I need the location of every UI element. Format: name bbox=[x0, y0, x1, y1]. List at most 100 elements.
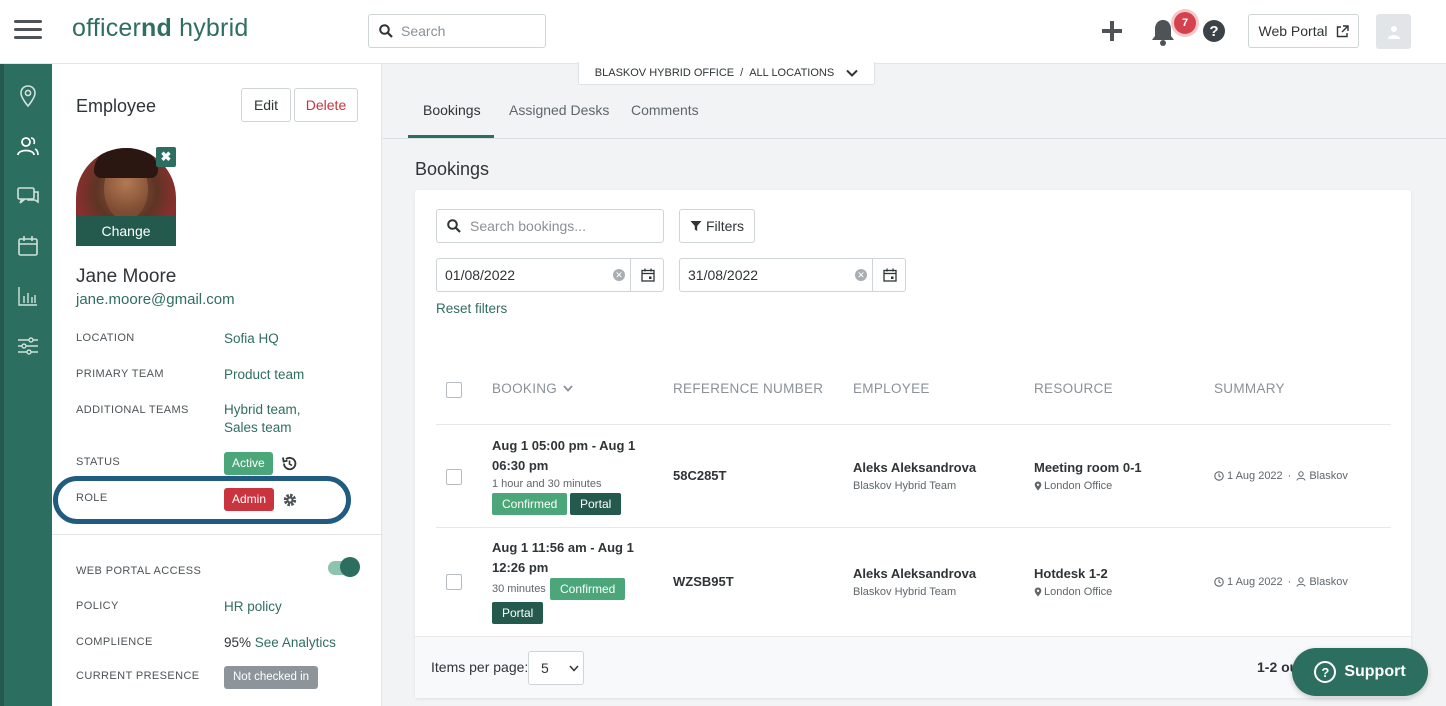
employee-team: Blaskov Hybrid Team bbox=[853, 480, 957, 492]
role-badge: Admin bbox=[224, 488, 275, 511]
policy-value[interactable]: HR policy bbox=[224, 597, 282, 616]
user-outline-icon bbox=[1296, 577, 1306, 587]
employee-email[interactable]: jane.moore@gmail.com bbox=[76, 291, 235, 308]
map-pin-icon bbox=[1034, 587, 1042, 597]
web-portal-button[interactable]: Web Portal bbox=[1248, 14, 1359, 48]
tab-assigned-desks[interactable]: Assigned Desks bbox=[509, 102, 609, 118]
date-to-value: 31/08/2022 bbox=[688, 267, 759, 283]
date-to-input[interactable]: 31/08/2022 ✕ bbox=[679, 258, 906, 292]
column-resource[interactable]: RESOURCE bbox=[1034, 381, 1113, 396]
date-to-calendar-icon[interactable] bbox=[872, 258, 906, 292]
compliance-percent: 95% bbox=[224, 635, 252, 650]
role-value: Admin bbox=[224, 488, 298, 511]
additional-teams-label: ADDITIONAL TEAMS bbox=[76, 404, 189, 416]
booking-time-line1: Aug 1 05:00 pm - Aug 1 bbox=[492, 438, 636, 453]
search-icon bbox=[379, 24, 393, 38]
column-summary[interactable]: SUMMARY bbox=[1214, 381, 1285, 396]
history-icon[interactable] bbox=[281, 455, 298, 472]
source-badge: Portal bbox=[492, 602, 544, 624]
bell-icon[interactable] bbox=[1150, 18, 1176, 46]
resource-location-text: London Office bbox=[1044, 586, 1113, 598]
date-from-input[interactable]: 01/08/2022 ✕ bbox=[436, 258, 664, 292]
clock-icon bbox=[1214, 577, 1224, 587]
pagination-footer: Items per page: 5 1-2 ou bbox=[415, 637, 1411, 698]
status-value: Active bbox=[224, 452, 298, 475]
support-button[interactable]: ? Support bbox=[1292, 648, 1428, 696]
edit-button[interactable]: Edit bbox=[241, 88, 291, 122]
chat-icon[interactable] bbox=[16, 184, 40, 208]
notification-count-badge[interactable]: 7 bbox=[1174, 12, 1196, 34]
employee-team: Blaskov Hybrid Team bbox=[853, 586, 957, 598]
primary-team-label: PRIMARY TEAM bbox=[76, 368, 164, 380]
logo-text-rest: hybrid bbox=[171, 14, 249, 42]
see-analytics-link[interactable]: See Analytics bbox=[255, 635, 336, 650]
sliders-icon[interactable] bbox=[16, 334, 40, 358]
booking-summary: 1 Aug 2022 · Blaskov bbox=[1214, 470, 1348, 482]
web-portal-access-toggle[interactable] bbox=[328, 557, 360, 577]
compliance-value: 95% See Analytics bbox=[224, 633, 336, 652]
date-from-calendar-icon[interactable] bbox=[630, 258, 664, 292]
items-per-page-select[interactable]: 5 bbox=[528, 651, 584, 685]
remove-photo-icon[interactable]: ✖ bbox=[156, 147, 176, 167]
resource-name: Hotdesk 1-2 bbox=[1034, 566, 1108, 581]
help-icon[interactable]: ? bbox=[1203, 20, 1225, 42]
summary-user: Blaskov bbox=[1309, 576, 1348, 588]
booking-duration: 30 minutes bbox=[492, 583, 546, 595]
status-badge: Confirmed bbox=[492, 493, 568, 515]
search-icon bbox=[447, 219, 461, 233]
summary-user: Blaskov bbox=[1309, 470, 1348, 482]
photo-hair bbox=[94, 148, 158, 178]
global-search-input[interactable]: Search bbox=[368, 14, 546, 48]
reference-number: 58C285T bbox=[673, 468, 727, 483]
clear-date-from-icon[interactable]: ✕ bbox=[613, 269, 625, 281]
primary-team-value[interactable]: Product team bbox=[224, 365, 304, 384]
column-reference[interactable]: REFERENCE NUMBER bbox=[673, 381, 823, 396]
tab-bookings[interactable]: Bookings bbox=[423, 102, 481, 118]
user-menu-avatar[interactable] bbox=[1376, 14, 1411, 49]
employee-name: Aleks Aleksandrova bbox=[853, 460, 977, 475]
app-logo[interactable]: officernd hybrid bbox=[72, 14, 248, 43]
row-divider bbox=[436, 527, 1391, 528]
calendar-icon[interactable] bbox=[16, 234, 40, 258]
location-pin-icon[interactable] bbox=[16, 84, 40, 108]
clock-icon bbox=[1214, 471, 1224, 481]
gear-icon[interactable] bbox=[282, 492, 298, 508]
menu-icon[interactable] bbox=[14, 20, 42, 42]
column-employee[interactable]: EMPLOYEE bbox=[853, 381, 930, 396]
summary-date: 1 Aug 2022 bbox=[1227, 576, 1283, 588]
people-icon[interactable] bbox=[16, 134, 40, 158]
location-scope: ALL LOCATIONS bbox=[749, 67, 835, 79]
user-icon bbox=[1387, 25, 1400, 39]
delete-button[interactable]: Delete bbox=[294, 88, 358, 122]
column-booking[interactable]: BOOKING bbox=[492, 381, 573, 396]
status-badge: Confirmed bbox=[550, 578, 626, 600]
filters-button[interactable]: Filters bbox=[679, 209, 755, 243]
employee-name: Aleks Aleksandrova bbox=[853, 566, 977, 581]
location-value[interactable]: Sofia HQ bbox=[224, 329, 279, 348]
booking-summary: 1 Aug 2022 · Blaskov bbox=[1214, 576, 1348, 588]
logo-text-bold: nd bbox=[141, 14, 172, 42]
presence-badge: Not checked in bbox=[224, 666, 319, 689]
reset-filters-link[interactable]: Reset filters bbox=[436, 301, 507, 316]
items-per-page-label: Items per page: bbox=[431, 659, 529, 675]
row-checkbox[interactable] bbox=[446, 574, 462, 590]
booking-search-placeholder: Search bookings... bbox=[470, 218, 586, 234]
location-selector[interactable]: BLASKOV HYBRID OFFICE / ALL LOCATIONS bbox=[578, 62, 875, 85]
tab-comments[interactable]: Comments bbox=[631, 102, 699, 118]
bookings-card: Search bookings... Filters 01/08/2022 ✕ … bbox=[415, 190, 1411, 698]
resource-location: London Office bbox=[1034, 586, 1112, 598]
booking-search-input[interactable]: Search bookings... bbox=[436, 209, 664, 243]
select-all-checkbox[interactable] bbox=[446, 382, 462, 398]
section-divider bbox=[52, 534, 382, 535]
additional-team-value-2[interactable]: Sales team bbox=[224, 418, 292, 437]
employee-name: Jane Moore bbox=[76, 266, 177, 287]
bar-chart-icon[interactable] bbox=[16, 284, 40, 308]
additional-team-value-1[interactable]: Hybrid team, bbox=[224, 400, 301, 419]
plus-icon[interactable] bbox=[1101, 20, 1123, 42]
row-checkbox[interactable] bbox=[446, 469, 462, 485]
active-tab-indicator bbox=[408, 135, 494, 138]
location-separator: / bbox=[740, 67, 744, 79]
clear-date-to-icon[interactable]: ✕ bbox=[855, 269, 867, 281]
date-from-value: 01/08/2022 bbox=[445, 267, 516, 283]
change-photo-button[interactable]: Change bbox=[76, 216, 176, 246]
